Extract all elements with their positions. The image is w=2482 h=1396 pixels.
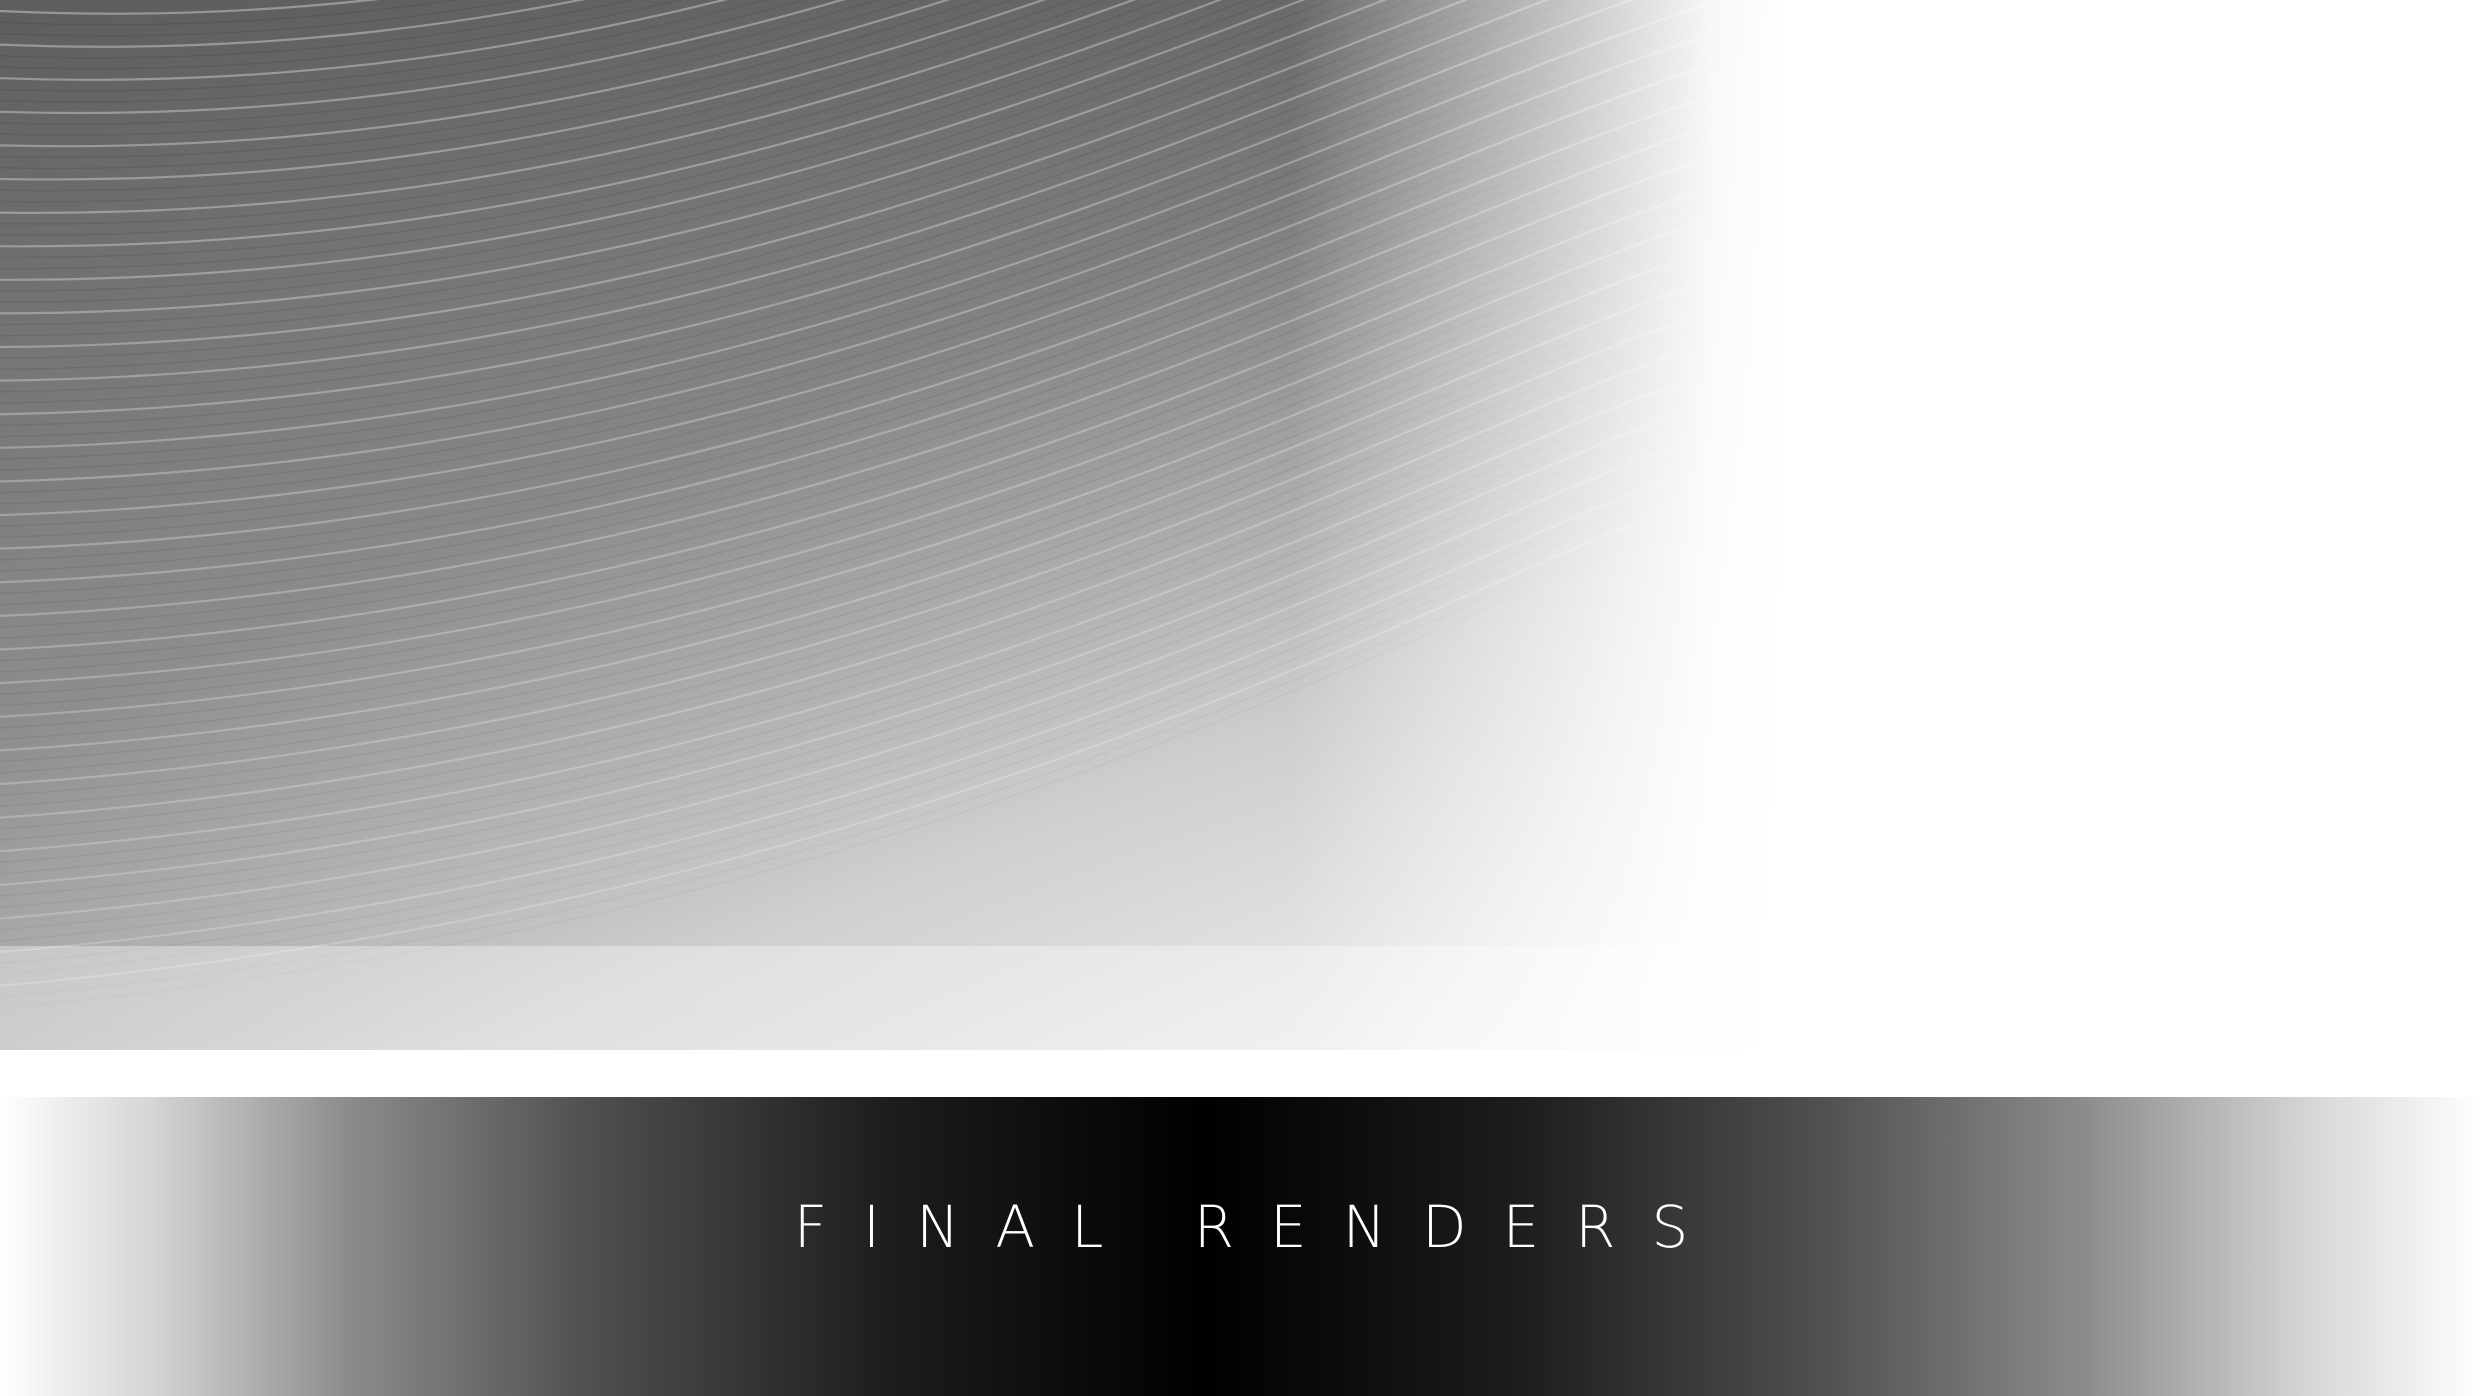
paper-waves-image <box>0 0 2482 1050</box>
slide-title: FINAL RENDERS <box>793 1193 1725 1261</box>
slide: FINAL RENDERS <box>0 0 2482 1396</box>
title-bar: FINAL RENDERS <box>0 1097 2482 1396</box>
